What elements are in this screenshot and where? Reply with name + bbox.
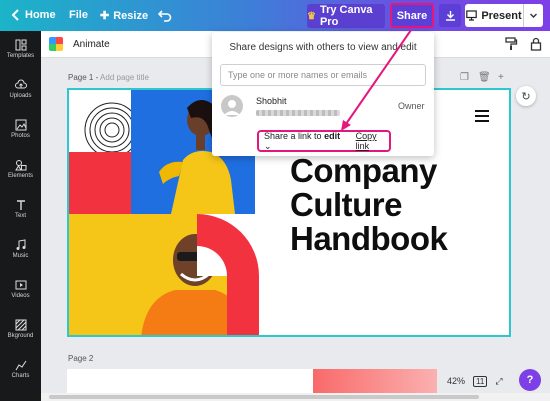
sidebar-item-photos[interactable]: Photos	[0, 119, 41, 139]
headline-line: Handbook	[290, 220, 448, 257]
undo-icon[interactable]	[158, 8, 172, 22]
video-icon	[15, 280, 26, 290]
resize-button[interactable]: ✚ Resize	[100, 9, 149, 23]
left-sidebar: Templates Uploads Photos Elements Text M…	[0, 31, 41, 401]
sidebar-item-uploads[interactable]: Uploads	[0, 79, 41, 99]
try-pro-label: Try Canva Pro	[319, 4, 373, 28]
link-permission-dropdown[interactable]: Share a link to edit ⌄	[264, 131, 342, 152]
avatar	[221, 95, 243, 117]
top-bar: Home File ✚ Resize ♛ Try Canva Pro Share…	[0, 0, 550, 31]
rotate-handle-icon[interactable]: ↻	[516, 86, 536, 106]
scroll-thumb[interactable]	[49, 395, 479, 399]
owner-name: Shobhit	[256, 96, 287, 106]
duplicate-page-icon[interactable]: ❐	[460, 72, 469, 83]
zoom-level[interactable]: 42%	[447, 376, 465, 386]
try-canva-pro-button[interactable]: ♛ Try Canva Pro	[307, 4, 385, 28]
sidebar-item-templates[interactable]: Templates	[0, 39, 41, 59]
paint-roller-icon[interactable]	[504, 37, 518, 51]
add-page-title[interactable]: Add page title	[100, 73, 149, 82]
resize-label: Resize	[113, 9, 149, 22]
share-popup: Share designs with others to view and ed…	[212, 32, 434, 156]
sidebar-label: Music	[12, 253, 29, 259]
share-link-controls: Share a link to edit ⌄ Copy link	[257, 130, 391, 152]
user-silhouette-icon	[224, 100, 240, 115]
shapes-icon	[14, 160, 26, 171]
fullscreen-icon[interactable]: ⤢	[495, 376, 502, 387]
link-permission: edit	[324, 130, 341, 141]
download-icon	[445, 11, 455, 21]
sidebar-label: Videos	[11, 293, 30, 299]
page-count[interactable]: 11	[473, 375, 488, 387]
delete-page-icon[interactable]: 🗑	[478, 72, 491, 83]
present-label: Present	[481, 9, 522, 22]
chevron-down-icon: ⌄	[264, 140, 272, 151]
owner-role: Owner	[398, 101, 425, 111]
download-button[interactable]	[439, 4, 461, 27]
headline-line: Company	[290, 152, 437, 189]
page-1-number: Page 1 -	[68, 73, 99, 82]
lock-icon[interactable]	[529, 37, 543, 51]
red-arch-shape	[197, 214, 259, 335]
copy-link-button[interactable]: Copy link	[356, 131, 389, 151]
present-button[interactable]: Present	[465, 4, 523, 27]
sidebar-label: Uploads	[9, 93, 32, 99]
sidebar-label: Photos	[11, 133, 30, 139]
sidebar-item-text[interactable]: Text	[0, 199, 41, 219]
share-popup-title: Share designs with others to view and ed…	[229, 42, 417, 53]
sidebar-item-background[interactable]: Bkground	[0, 319, 41, 339]
red-block	[69, 152, 131, 214]
link-prefix: Share a link to	[264, 130, 322, 141]
present-screen-icon	[466, 10, 478, 21]
sidebar-label: Charts	[11, 373, 30, 379]
sidebar-item-elements[interactable]: Elements	[0, 159, 41, 179]
help-button[interactable]: ?	[519, 369, 541, 391]
invite-email-input[interactable]	[220, 64, 426, 86]
yellow-block	[69, 214, 131, 335]
horizontal-scrollbar[interactable]	[41, 393, 550, 401]
headline[interactable]: Company Culture Handbook	[290, 152, 448, 257]
back-chevron-icon[interactable]	[10, 9, 22, 21]
sidebar-label: Bkground	[7, 333, 34, 339]
page-1-label: Page 1 - Add page title	[68, 73, 149, 82]
owner-email-blurred	[256, 110, 340, 116]
home-button[interactable]: Home	[25, 9, 56, 21]
hamburger-menu-icon	[475, 110, 489, 122]
present-options-button[interactable]	[523, 4, 543, 27]
text-icon	[16, 200, 25, 210]
headline-line: Culture	[290, 186, 403, 223]
resize-icon: ✚	[100, 10, 110, 22]
chart-icon	[15, 360, 26, 371]
animate-button[interactable]: Animate	[73, 39, 110, 50]
sidebar-item-videos[interactable]: Videos	[0, 279, 41, 299]
sidebar-label: Elements	[7, 173, 33, 179]
share-label: Share	[396, 9, 428, 22]
cloud-upload-icon	[14, 79, 27, 89]
page-2-label: Page 2	[68, 354, 94, 363]
sidebar-label: Templates	[6, 53, 35, 59]
share-button[interactable]: Share	[390, 3, 434, 28]
sidebar-item-music[interactable]: Music	[0, 239, 41, 259]
crown-icon: ♛	[307, 10, 316, 22]
image-icon	[15, 119, 26, 131]
music-icon	[16, 239, 25, 250]
file-menu[interactable]: File	[69, 9, 88, 21]
sidebar-item-charts[interactable]: Charts	[0, 359, 41, 379]
grid-icon	[15, 39, 26, 51]
add-page-icon[interactable]: +	[498, 72, 504, 83]
sidebar-label: Text	[14, 213, 26, 219]
chevron-down-icon	[530, 13, 537, 18]
color-swatch[interactable]	[49, 37, 63, 51]
background-icon	[15, 319, 26, 331]
